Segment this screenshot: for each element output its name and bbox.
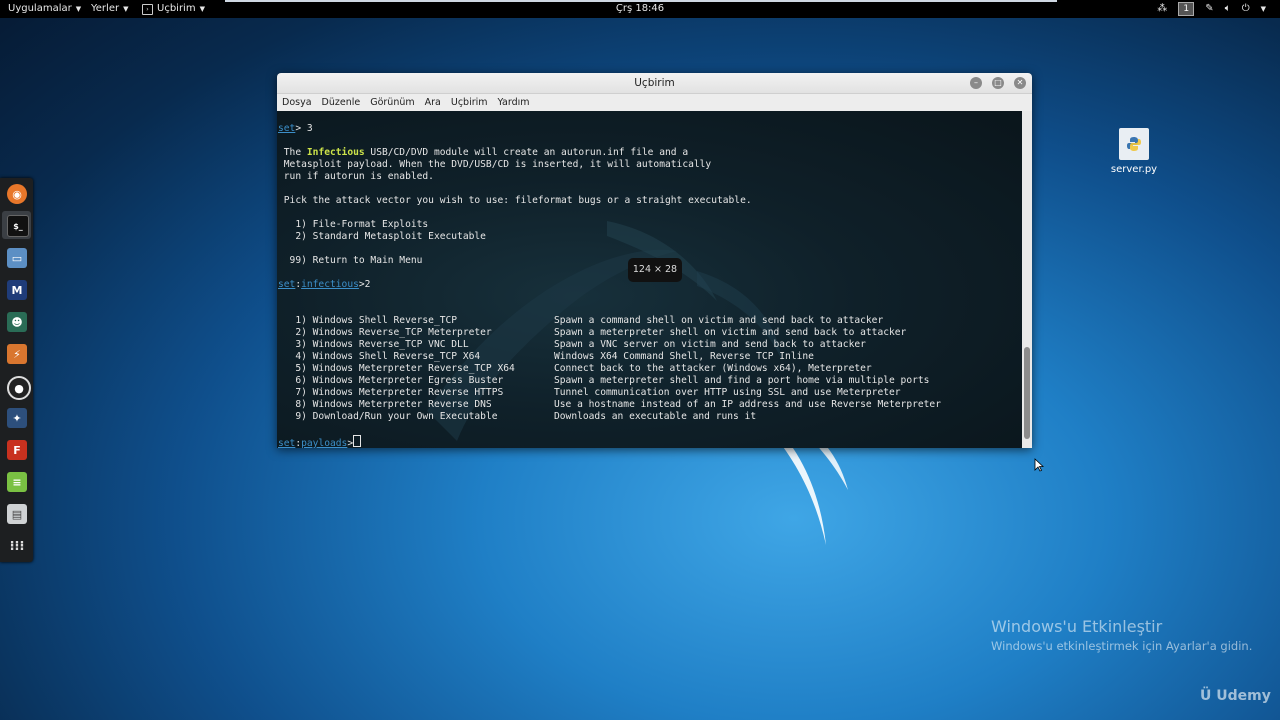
payload-row: 2) Windows Reverse_TCP Meterpreter <box>278 327 492 338</box>
payload-desc: Windows X64 Command Shell, Reverse TCP I… <box>554 351 814 362</box>
top-panel: Çrş 18:46 Uygulamalar ▼ Yerler ▼ › Uçbir… <box>0 0 1280 18</box>
python-file-icon <box>1119 128 1149 160</box>
payload-desc: Spawn a VNC server on victim and send ba… <box>554 339 866 350</box>
armitage-icon[interactable]: ☻ <box>7 312 27 332</box>
desktop-file-label: server.py <box>1110 164 1158 175</box>
payload-row: 4) Windows Shell Reverse_TCP X64 <box>278 351 481 362</box>
chevron-down-icon: ▼ <box>199 5 205 13</box>
terminal-line: set:infectious>2 <box>278 279 371 290</box>
menu-edit[interactable]: Düzenle <box>322 94 361 112</box>
places-label: Yerler <box>91 3 120 14</box>
payload-row: 7) Windows Meterpreter Reverse HTTPS <box>278 387 504 398</box>
power-icon[interactable]: ⏻ <box>1242 0 1250 18</box>
payload-desc: Spawn a command shell on victim and send… <box>554 315 884 326</box>
tools-icon[interactable]: ✎ <box>1205 0 1213 18</box>
payload-desc: Spawn a meterpreter shell on victim and … <box>554 327 907 338</box>
terminal-line: set> 3 <box>278 123 313 134</box>
set-prompt: set <box>278 123 296 134</box>
terminal-line: Pick the attack vector you wish to use: … <box>278 195 752 206</box>
workspace-indicator[interactable]: 1 <box>1178 2 1195 16</box>
udemy-watermark: Ü Udemy <box>1200 688 1271 704</box>
chevron-down-icon: ▼ <box>75 5 82 13</box>
terminal-line: Metasploit payload. When the DVD/USB/CD … <box>278 159 712 170</box>
system-tray: ⁂ 1 ✎ 🔈︎ ⏻ ▼ <box>1157 0 1266 18</box>
applications-menu[interactable]: Uygulamalar ▼ <box>8 0 81 18</box>
payload-desc: Spawn a meterpreter shell and find a por… <box>554 375 930 386</box>
mouse-pointer-icon <box>1034 458 1044 472</box>
payloads-prompt: payloads <box>301 438 348 448</box>
menu-help[interactable]: Yardım <box>498 94 530 112</box>
dock: ◉ $_ ▭ M ☻ ⚡ ● ✦ F ≡ ▤ ⁝⁝⁝ <box>0 178 33 562</box>
window-title: Uçbirim <box>634 77 675 89</box>
notes-icon[interactable]: ≡ <box>7 472 27 492</box>
settings-icon[interactable]: ▤ <box>7 504 27 524</box>
payload-desc: Downloads an executable and runs it <box>554 411 757 422</box>
udemy-label: Udemy <box>1216 688 1271 704</box>
burpsuite-icon[interactable]: ⚡ <box>7 344 27 364</box>
payload-desc: Use a hostname instead of an IP address … <box>554 399 941 410</box>
scrollbar-thumb[interactable] <box>1024 347 1030 439</box>
faraday-icon[interactable]: F <box>7 440 27 460</box>
network-vpn-icon[interactable]: ⁂ <box>1157 0 1167 18</box>
desktop-file-server-py[interactable]: server.py <box>1105 128 1163 175</box>
firefox-icon[interactable]: ◉ <box>7 184 27 204</box>
minimize-button[interactable]: – <box>970 77 982 89</box>
maltego-icon[interactable]: ● <box>7 376 31 400</box>
terminal-icon[interactable]: $_ <box>7 215 29 237</box>
payload-row: 5) Windows Meterpreter Reverse_TCP X64 <box>278 363 515 374</box>
payload-row: 6) Windows Meterpreter Egress Buster <box>278 375 504 386</box>
windows-activation-watermark: Windows'u Etkinleştir Windows'u etkinleş… <box>991 617 1252 653</box>
window-size-tooltip: 124 × 28 <box>628 258 682 282</box>
window-titlebar[interactable]: Uçbirim – □ ✕ <box>277 73 1032 94</box>
payload-desc: Connect back to the attacker (Windows x6… <box>554 363 872 374</box>
text-cursor <box>353 435 362 447</box>
terminal-app-label: Uçbirim <box>157 3 196 14</box>
terminal-app-icon: › <box>142 3 153 15</box>
beef-icon[interactable]: ✦ <box>7 408 27 428</box>
terminal-line: 2) Standard Metasploit Executable <box>278 231 486 242</box>
maximize-button[interactable]: □ <box>992 77 1004 89</box>
terminal-line: run if autorun is enabled. <box>278 171 434 182</box>
payload-row: 8) Windows Meterpreter Reverse DNS <box>278 399 492 410</box>
app-grid-icon[interactable]: ⁝⁝⁝ <box>7 536 27 556</box>
activation-title: Windows'u Etkinleştir <box>991 617 1163 636</box>
terminal-line: 1) File-Format Exploits <box>278 219 429 230</box>
terminal-scrollbar[interactable] <box>1022 111 1032 448</box>
payload-row: 3) Windows Reverse_TCP VNC DLL <box>278 339 469 350</box>
terminal-line: The Infectious USB/CD/DVD module will cr… <box>278 147 689 158</box>
terminal-input-line[interactable]: set:payloads> <box>278 435 362 448</box>
menu-search[interactable]: Ara <box>425 94 441 112</box>
chevron-down-icon: ▼ <box>123 5 129 13</box>
close-button[interactable]: ✕ <box>1014 77 1026 89</box>
terminal-app-menu[interactable]: › Uçbirim ▼ <box>142 0 205 18</box>
applications-label: Uygulamalar <box>8 3 72 14</box>
infectious-prompt: infectious <box>301 279 359 290</box>
activation-subtitle: Windows'u etkinleştirmek için Ayarlar'a … <box>991 639 1253 653</box>
chevron-down-icon[interactable]: ▼ <box>1261 0 1266 18</box>
terminal-line: 99) Return to Main Menu <box>278 255 423 266</box>
metasploit-icon[interactable]: M <box>7 280 27 300</box>
menu-terminal[interactable]: Uçbirim <box>451 94 488 112</box>
menu-view[interactable]: Görünüm <box>370 94 414 112</box>
payload-desc: Tunnel communication over HTTP using SSL… <box>554 387 901 398</box>
files-icon[interactable]: ▭ <box>7 248 27 268</box>
infectious-highlight: Infectious <box>306 147 365 158</box>
volume-icon[interactable]: 🔈︎ <box>1225 0 1231 18</box>
payload-row: 9) Download/Run your Own Executable <box>278 411 498 422</box>
menu-file[interactable]: Dosya <box>282 94 312 112</box>
places-menu[interactable]: Yerler ▼ <box>91 0 128 18</box>
udemy-logo-icon: Ü <box>1200 688 1212 704</box>
payload-row: 1) Windows Shell Reverse_TCP <box>278 315 458 326</box>
